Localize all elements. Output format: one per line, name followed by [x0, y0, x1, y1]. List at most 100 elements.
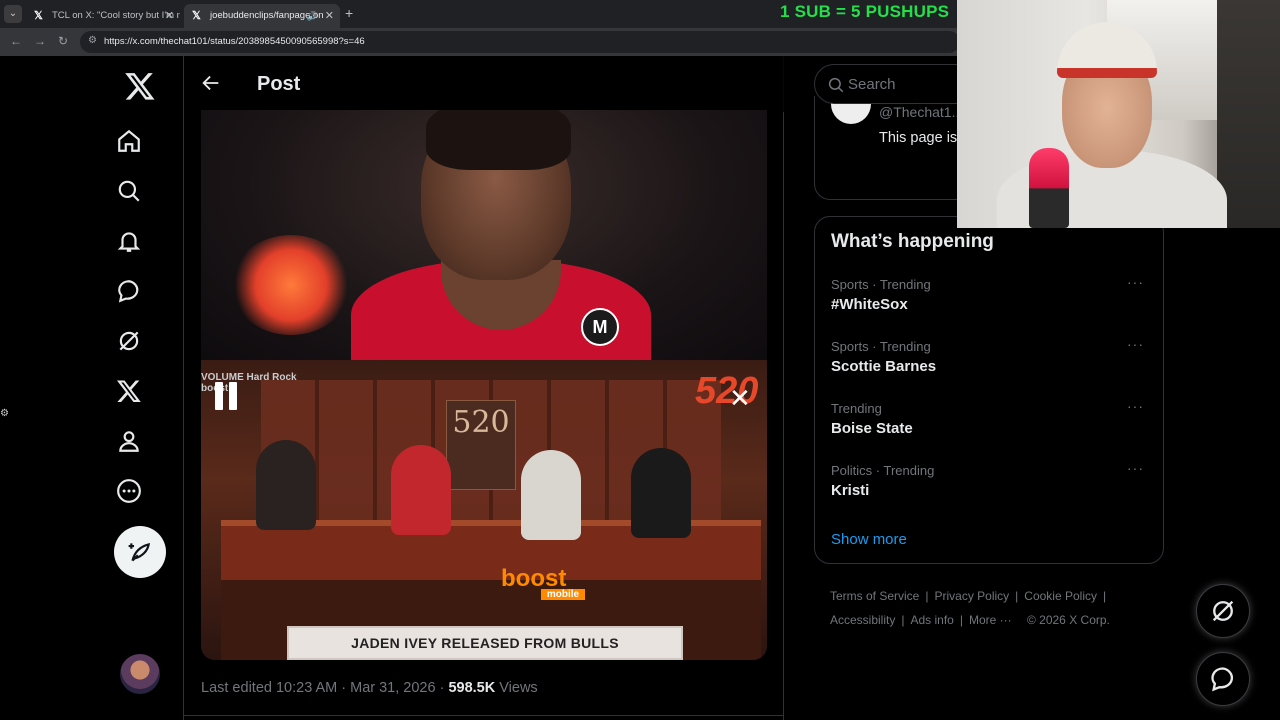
tab-search-dropdown[interactable]: ⌄: [4, 5, 22, 23]
url-field[interactable]: ⚙ https://x.com/thechat101/status/203898…: [80, 31, 960, 53]
x-premium-icon: [116, 380, 141, 403]
trend-category: Trending: [831, 401, 882, 416]
trend-item[interactable]: Sports · Trending #WhiteSox ···: [815, 275, 1163, 337]
boost-text: boost: [501, 565, 567, 592]
footer-link[interactable]: Terms of Service: [830, 589, 919, 603]
separator: |: [959, 613, 963, 627]
copyright: © 2026 X Corp.: [1026, 613, 1110, 627]
tab-title: TCL on X: "Cool story but I'm no: [52, 10, 180, 21]
speaker-icon[interactable]: 🔊: [307, 6, 318, 26]
post-meta: Last edited 10:23 AM · Mar 31, 2026 · 59…: [201, 680, 538, 696]
separator: |: [1103, 589, 1107, 603]
more-options-icon[interactable]: ···: [1127, 275, 1147, 291]
separator: |: [925, 589, 929, 603]
video-player[interactable]: M VOLUME Hard Rock boost 520 boostmobile…: [201, 110, 767, 660]
chat-bubble-icon: [118, 280, 139, 303]
trend-category: Sports · Trending: [831, 339, 931, 354]
x-favicon-icon: 𝕏: [192, 10, 201, 22]
light-glow: [231, 235, 351, 335]
more-options-icon[interactable]: ···: [1127, 461, 1147, 477]
nav-messages[interactable]: [114, 276, 144, 306]
forward-icon[interactable]: →: [34, 34, 46, 48]
nav-explore[interactable]: [114, 176, 144, 206]
messages-button[interactable]: [1196, 652, 1250, 706]
trend-name: Boise State: [831, 420, 913, 437]
host-4: [631, 448, 691, 538]
more-options-icon[interactable]: ···: [1127, 337, 1147, 353]
footer-link[interactable]: Cookie Policy: [1024, 589, 1097, 603]
tab-close-icon[interactable]: ✕: [325, 6, 334, 26]
whats-happening-panel: What’s happening Sports · Trending #Whit…: [814, 216, 1164, 564]
footer: Terms of Service | Privacy Policy | Cookie P…: [830, 584, 1160, 632]
trend-category: Sports · Trending: [831, 277, 931, 292]
video-caption: JADEN IVEY RELEASED FROM BULLS: [287, 626, 683, 660]
edited-timestamp[interactable]: Last edited 10:23 AM · Mar 31, 2026 ·: [201, 680, 448, 696]
views-count: 598.5K: [448, 680, 496, 696]
player-hair: [426, 110, 571, 170]
host-3: [521, 450, 581, 540]
nav-premium[interactable]: [114, 376, 144, 406]
nav-more[interactable]: [114, 476, 144, 506]
back-icon[interactable]: ←: [10, 34, 22, 48]
footer-link[interactable]: Ads info: [910, 613, 953, 627]
trend-item[interactable]: Trending Boise State ···: [815, 399, 1163, 461]
grok-icon: [1212, 600, 1234, 622]
main-column: Post M VOLUME Hard Rock boost 520 boostm…: [184, 56, 784, 720]
webcam-shadow: [1217, 0, 1280, 228]
post-header: Post: [184, 56, 784, 112]
cursor-icon: ⚙: [0, 408, 9, 419]
feather-plus-icon: [128, 542, 151, 562]
webcam-microphone: [1029, 148, 1069, 228]
video-frame-bottom: VOLUME Hard Rock boost 520 boostmobile 5…: [201, 360, 767, 660]
video-frame-top: M: [201, 110, 767, 380]
profile-icon: [119, 431, 139, 452]
neon-sign: 520: [446, 400, 516, 490]
browser-tab-1[interactable]: 𝕏 TCL on X: "Cool story but I'm no ✕: [26, 4, 180, 28]
motorola-logo-icon: M: [581, 308, 619, 346]
trend-item[interactable]: Politics · Trending Kristi ···: [815, 461, 1163, 523]
account-avatar[interactable]: [120, 654, 160, 694]
profile-avatar[interactable]: [831, 102, 871, 124]
left-navigation: [0, 56, 184, 720]
x-favicon-icon: 𝕏: [34, 10, 43, 22]
section-title: What’s happening: [831, 231, 994, 252]
grok-button[interactable]: [1196, 584, 1250, 638]
search-icon: [828, 77, 844, 93]
pause-icon[interactable]: [215, 382, 239, 410]
reload-icon[interactable]: ↻: [58, 34, 68, 48]
host-1: [256, 440, 316, 530]
back-arrow-icon[interactable]: [200, 72, 222, 94]
boost-logo: boost mobile: [501, 565, 591, 605]
tab-close-icon[interactable]: ✕: [165, 6, 174, 26]
search-input[interactable]: Search: [848, 76, 896, 93]
browser-tab-2[interactable]: 𝕏 joebuddenclips/fanpage on 🔊 ✕: [184, 4, 340, 28]
bell-icon: [117, 232, 141, 252]
footer-link[interactable]: More ···: [969, 613, 1012, 627]
views-label: Views: [495, 680, 538, 696]
trend-item[interactable]: Sports · Trending Scottie Barnes ···: [815, 337, 1163, 399]
new-tab-button[interactable]: +: [345, 5, 353, 21]
site-info-icon[interactable]: ⚙: [88, 35, 97, 46]
trend-name: #WhiteSox: [831, 296, 908, 313]
footer-link[interactable]: Accessibility: [830, 613, 895, 627]
grok-icon: [119, 331, 139, 351]
trend-name: Scottie Barnes: [831, 358, 937, 375]
more-options-icon[interactable]: ···: [1127, 399, 1147, 415]
nav-notifications[interactable]: [114, 226, 144, 256]
nav-profile[interactable]: [114, 426, 144, 456]
host-2: [391, 445, 451, 535]
footer-link[interactable]: Privacy Policy: [934, 589, 1009, 603]
profile-handle: @Thechat1...: [879, 104, 964, 120]
x-logo-icon[interactable]: [124, 70, 156, 102]
separator: |: [901, 613, 905, 627]
compose-post-button[interactable]: [114, 526, 166, 578]
nav-home[interactable]: [114, 126, 144, 156]
nav-grok[interactable]: [114, 326, 144, 356]
webcam-overlay: [957, 0, 1280, 228]
show-more-link[interactable]: Show more: [831, 531, 907, 548]
search-icon: [118, 180, 140, 202]
home-icon: [118, 129, 140, 152]
close-icon[interactable]: ✕: [729, 385, 751, 411]
boost-sub: mobile: [541, 589, 585, 600]
